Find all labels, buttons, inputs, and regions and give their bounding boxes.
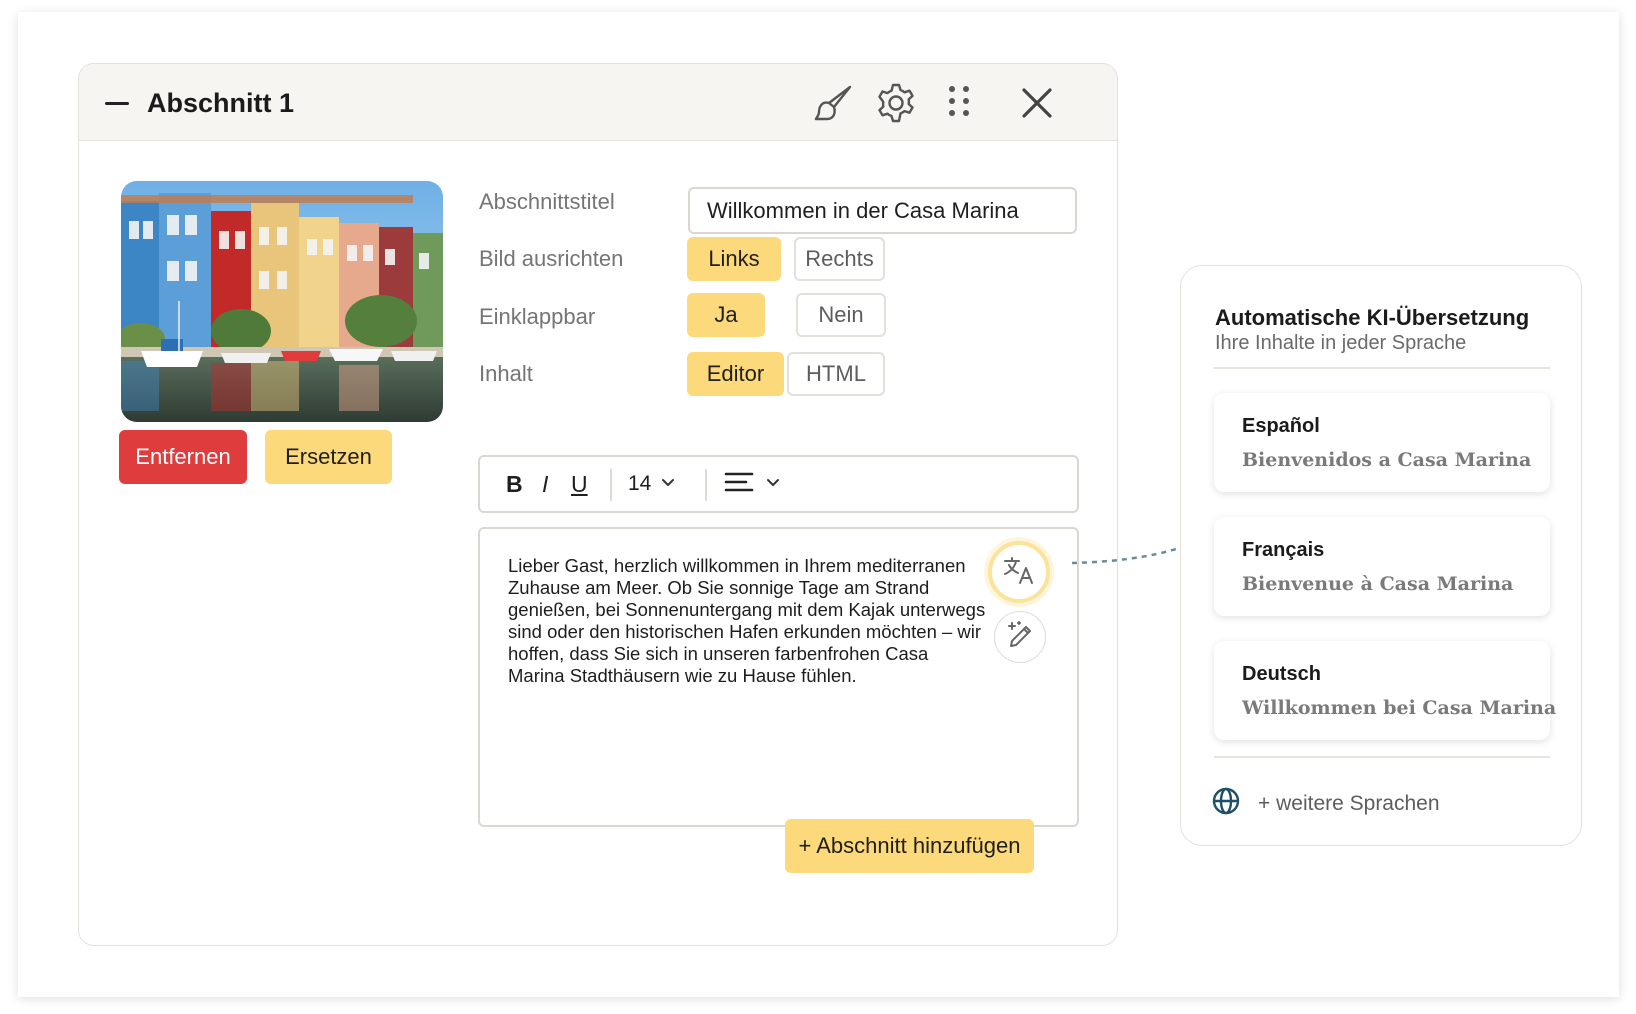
more-languages-link[interactable]: + weitere Sprachen xyxy=(1211,786,1440,821)
editor-toolbar: B I U 14 xyxy=(478,455,1079,513)
brush-icon[interactable] xyxy=(809,78,859,128)
align-icon xyxy=(724,471,754,498)
globe-icon xyxy=(1211,786,1241,821)
chevron-down-icon xyxy=(661,475,675,493)
language-card-es[interactable]: Español Bienvenidos a Casa Marina xyxy=(1214,393,1550,492)
language-name: Español xyxy=(1242,415,1320,437)
divider xyxy=(1214,367,1550,369)
language-card-fr[interactable]: Français Bienvenue à Casa Marina xyxy=(1214,517,1550,616)
editor-text[interactable]: Lieber Gast, herzlich willkommen in Ihre… xyxy=(508,555,988,687)
content-label: Inhalt xyxy=(479,361,533,386)
divider xyxy=(1214,756,1550,758)
language-name: Français xyxy=(1242,539,1325,561)
language-translation: Willkommen bei Casa Marina xyxy=(1242,697,1557,719)
collapsible-label: Einklappbar xyxy=(479,304,596,329)
more-languages-label: + weitere Sprachen xyxy=(1258,791,1440,815)
content-editor[interactable]: Lieber Gast, herzlich willkommen in Ihre… xyxy=(478,527,1079,827)
align-select[interactable] xyxy=(724,457,780,511)
content-editor-option[interactable]: Editor xyxy=(687,352,784,396)
ai-translation-card: Automatische KI-Übersetzung Ihre Inhalte… xyxy=(1180,265,1582,846)
italic-icon[interactable]: I xyxy=(542,457,548,511)
magic-pen-icon xyxy=(1004,619,1036,656)
content-html-option[interactable]: HTML xyxy=(787,352,885,396)
translate-icon xyxy=(1002,555,1036,590)
translate-button[interactable] xyxy=(988,541,1050,603)
drag-handle-icon[interactable] xyxy=(934,78,984,128)
font-size-select[interactable]: 14 xyxy=(628,457,675,511)
add-section-button[interactable]: + Abschnitt hinzufügen xyxy=(785,819,1034,873)
collapsible-no-option[interactable]: Nein xyxy=(796,293,886,337)
language-name: Deutsch xyxy=(1242,663,1321,685)
section-image[interactable] xyxy=(121,181,443,422)
section-title: Abschnitt 1 xyxy=(147,88,295,118)
chevron-down-icon xyxy=(766,475,780,493)
replace-image-button[interactable]: Ersetzen xyxy=(265,430,392,484)
ai-rewrite-button[interactable] xyxy=(994,611,1046,663)
align-left-option[interactable]: Links xyxy=(687,237,781,281)
align-right-option[interactable]: Rechts xyxy=(794,237,885,281)
toolbar-divider xyxy=(610,469,612,501)
minus-icon[interactable] xyxy=(105,102,129,105)
toolbar-divider xyxy=(705,469,707,501)
translation-subtitle: Ihre Inhalte in jeder Sprache xyxy=(1215,332,1467,354)
align-label: Bild ausrichten xyxy=(479,246,624,271)
section-title-input[interactable]: Willkommen in der Casa Marina xyxy=(688,187,1077,234)
connector-line xyxy=(1071,545,1183,565)
language-translation: Bienvenidos a Casa Marina xyxy=(1242,449,1532,471)
close-icon[interactable] xyxy=(1012,78,1062,128)
font-size-value: 14 xyxy=(628,472,652,495)
underline-icon[interactable]: U xyxy=(571,457,588,511)
collapsible-yes-option[interactable]: Ja xyxy=(687,293,765,337)
remove-image-button[interactable]: Entfernen xyxy=(119,430,247,484)
gear-icon[interactable] xyxy=(871,78,921,128)
translation-title: Automatische KI-Übersetzung xyxy=(1215,305,1530,330)
section-header: Abschnitt 1 xyxy=(79,64,1117,141)
bold-icon[interactable]: B xyxy=(506,457,523,511)
language-card-de[interactable]: Deutsch Willkommen bei Casa Marina xyxy=(1214,641,1556,740)
section-panel: Abschnitt 1 Entfernen Ersetzen Abschnitt… xyxy=(78,63,1118,946)
language-translation: Bienvenue à Casa Marina xyxy=(1242,573,1514,595)
title-label: Abschnittstitel xyxy=(479,189,615,214)
